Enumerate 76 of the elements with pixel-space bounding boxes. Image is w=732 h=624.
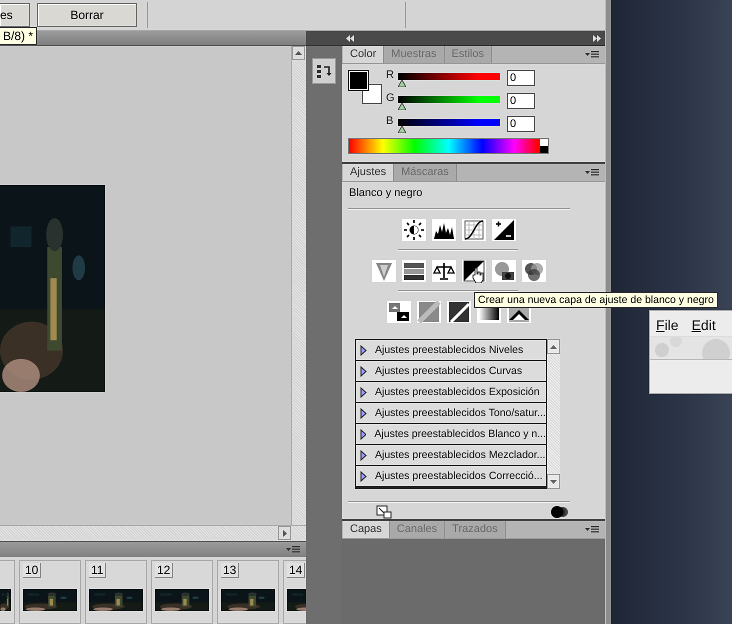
channel-label: G [386,93,394,104]
panel-menu-icon[interactable] [585,525,599,534]
panel-tab[interactable]: Color [343,46,384,63]
panel-tab[interactable]: Ajustes [343,164,394,181]
adjustment-icon[interactable] [387,301,411,323]
slider-thumb[interactable] [398,103,406,110]
expand-triangle-icon[interactable] [360,366,367,376]
preset-item[interactable]: Ajustes preestablecidos Exposición [356,382,546,403]
panel-menu-icon[interactable] [585,50,599,59]
up-arrow-icon [295,51,302,55]
adjustment-icon[interactable] [447,301,471,323]
animation-frame[interactable]: 11 [85,560,147,624]
preset-item[interactable]: Ajustes preestablecidos Correcció... [356,466,546,487]
toolbar-button[interactable]: Borrar [37,3,137,27]
channel-value-field[interactable]: 0 [507,116,535,132]
layer-visibility-icon[interactable] [550,505,570,519]
slider-thumb[interactable] [398,126,406,133]
panel-menu-icon[interactable] [286,545,300,554]
animation-frame[interactable]: 13 [217,560,279,624]
animation-frame[interactable]: 10 [19,560,81,624]
scroll-up-button[interactable] [547,339,560,354]
expand-triangle-icon[interactable] [360,450,367,460]
frame-number: 12 [155,563,174,578]
preset-item[interactable]: Ajustes preestablecidos Blanco y n... [356,424,546,445]
panel-title: Blanco y negro [348,186,424,199]
channel-value-field[interactable]: 0 [507,70,535,86]
expand-triangle-icon[interactable] [360,344,367,356]
frame-number: 11 [89,563,106,578]
preset-item[interactable]: Ajustes preestablecidos Mezclador... [356,445,546,466]
tooltip: B/8) * [0,27,38,45]
expand-triangle-icon[interactable] [360,428,366,440]
foreground-color-swatch[interactable] [349,71,368,90]
adjustment-icon[interactable] [402,260,426,282]
preset-item[interactable]: Ajustes preestablecidos Niveles [356,340,546,361]
down-arrow-icon [550,480,557,484]
expand-triangle-icon[interactable] [360,386,367,398]
color-slider[interactable] [398,73,500,87]
expand-triangle-icon[interactable] [360,408,367,418]
tooltip: Crear una nueva capa de ajuste de blanco y negro [474,292,718,308]
animation-frame[interactable]: 12 [151,560,213,624]
adjustment-icon[interactable] [492,260,516,282]
scroll-up-button[interactable] [292,46,305,60]
slider-thumb[interactable] [398,80,406,87]
scroll-down-button[interactable] [547,474,560,489]
adjustment-icon[interactable] [492,219,516,241]
adjustment-icon[interactable] [432,260,456,282]
color-slider[interactable] [398,96,500,110]
channel-label: B [386,116,394,127]
frame-number: 13 [221,563,240,578]
animation-frame[interactable] [0,560,15,624]
menu-item[interactable]: File [656,317,679,333]
menu-item[interactable]: Edit [692,317,716,333]
adjustment-icon[interactable] [432,219,456,241]
color-spectrum[interactable] [348,138,549,154]
expand-icon[interactable] [593,34,601,42]
panel-tab[interactable]: Capas [343,521,390,538]
expand-view-icon[interactable] [376,505,392,519]
collapse-icon[interactable] [346,34,354,42]
panel-menu-icon[interactable] [585,168,599,177]
scroll-right-button[interactable] [278,526,291,540]
preset-item[interactable]: Ajustes preestablecidos Tono/satur... [356,403,546,424]
expand-triangle-icon[interactable] [360,470,367,482]
preset-item[interactable]: Ajustes preestablecidos Curvas [356,361,546,382]
adjustment-icon[interactable] [522,260,546,282]
up-arrow-icon [550,344,557,348]
history-icon[interactable] [312,58,336,84]
animation-frame[interactable]: 14 [283,560,306,624]
frame-number: 10 [23,563,42,578]
color-slider[interactable] [398,119,500,133]
channel-label: R [386,70,394,81]
adjustment-icon[interactable] [462,219,486,241]
sun-icon[interactable] [402,219,426,241]
frame-number: 14 [287,563,306,578]
channel-value-field[interactable]: 0 [507,93,535,109]
right-arrow-icon [282,530,286,536]
toolbar-button[interactable]: es [0,3,30,27]
